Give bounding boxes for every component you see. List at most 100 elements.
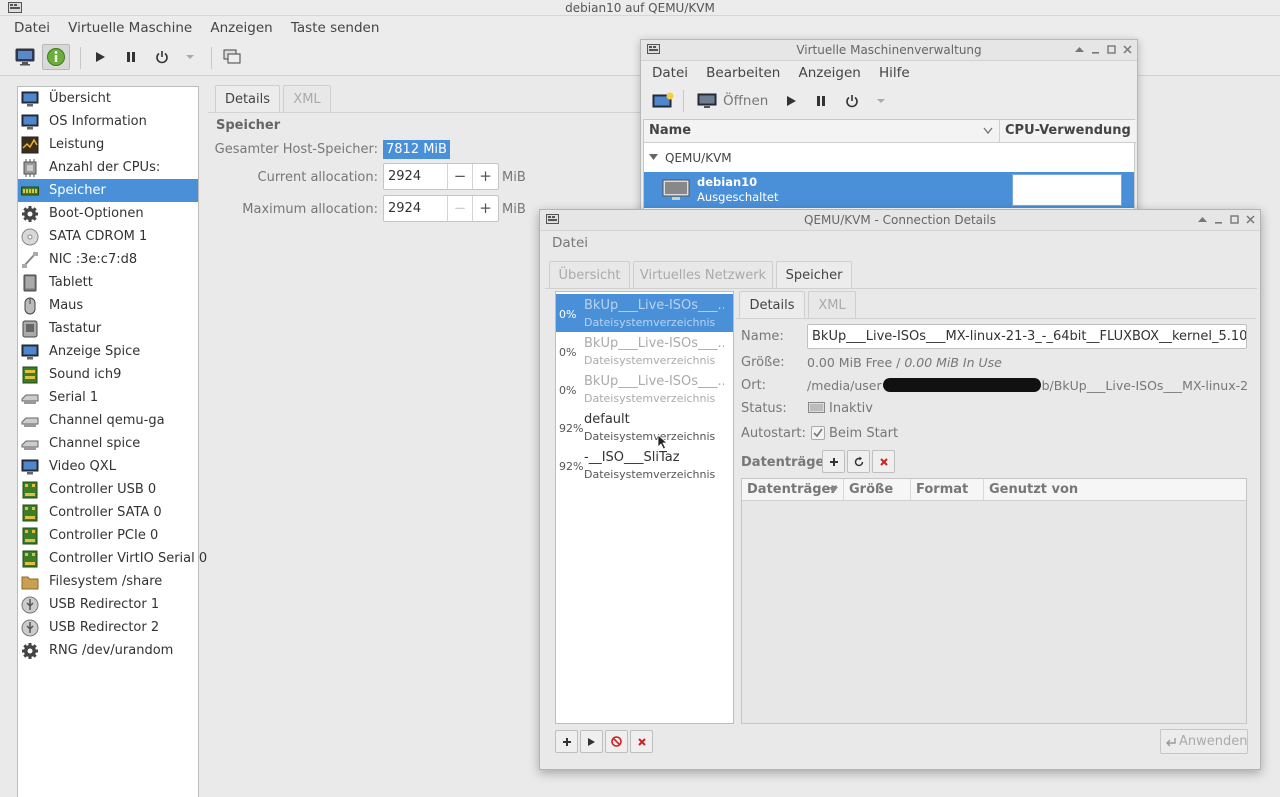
details-view-button[interactable] <box>42 44 70 70</box>
connection-group-row[interactable]: QEMU/KVM <box>644 144 1134 172</box>
hw-item-controller-usb[interactable]: Controller USB 0 <box>18 478 198 501</box>
hw-item-usb-redirector-1[interactable]: USB Redirector 1 <box>18 593 198 616</box>
apply-button[interactable]: Anwenden <box>1160 729 1248 754</box>
vm-manager-titlebar[interactable]: Virtuelle Maschinenverwaltung <box>641 40 1137 61</box>
hw-item-video-qxl[interactable]: Video QXL <box>18 455 198 478</box>
minimize-icon[interactable] <box>1090 43 1101 55</box>
conn-tab-overview[interactable]: Übersicht <box>549 261 630 289</box>
hw-item-display-spice[interactable]: Anzeige Spice <box>18 340 198 363</box>
close-icon[interactable] <box>1122 43 1133 55</box>
mgr-shutdown-button[interactable] <box>838 88 866 114</box>
pool-item[interactable]: 92% default Dateisystemverzeichnis <box>556 408 733 446</box>
shutdown-button[interactable] <box>148 44 176 70</box>
hw-item-controller-pcie[interactable]: Controller PCIe 0 <box>18 524 198 547</box>
new-vm-button[interactable] <box>649 88 677 114</box>
pool-item[interactable]: 0% BkUp___Live-ISOs___... Dateisystemver… <box>556 294 733 332</box>
chevron-down-icon <box>829 487 838 493</box>
hw-item-sata-cdrom[interactable]: SATA CDROM 1 <box>18 225 198 248</box>
menu-datei[interactable]: Datei <box>7 17 57 39</box>
hw-item-nic[interactable]: NIC :3e:c7:d8 <box>18 248 198 271</box>
hw-item-usb-redirector-2[interactable]: USB Redirector 2 <box>18 616 198 639</box>
hw-item-tablet[interactable]: Tablett <box>18 271 198 294</box>
conn-tab-storage[interactable]: Speicher <box>776 261 852 289</box>
vol-column-header-volume[interactable]: Datenträger <box>742 479 844 501</box>
pause-button[interactable] <box>117 44 145 70</box>
shutdown-menu-button[interactable] <box>176 44 204 70</box>
current-allocation-spinner[interactable]: 2924 − + <box>383 163 499 190</box>
delete-volume-button[interactable] <box>872 450 895 473</box>
shade-icon[interactable] <box>1074 43 1085 55</box>
add-pool-button[interactable] <box>555 730 578 753</box>
maximum-allocation-spinner[interactable]: 2924 − + <box>383 195 499 222</box>
shade-icon[interactable] <box>1197 213 1208 225</box>
connection-details-titlebar[interactable]: QEMU/KVM - Connection Details <box>540 210 1260 231</box>
vol-column-header-used-by[interactable]: Genutzt von <box>984 479 1246 501</box>
vm-row-debian10[interactable]: debian10 Ausgeschaltet <box>644 172 1134 208</box>
menu-anzeigen[interactable]: Anzeigen <box>203 17 279 39</box>
add-volume-button[interactable] <box>822 450 845 473</box>
hw-item-rng[interactable]: RNG /dev/urandom <box>18 639 198 662</box>
hw-item-memory[interactable]: Speicher <box>18 179 198 202</box>
vol-column-header-format[interactable]: Format <box>911 479 984 501</box>
autostart-value: Beim Start <box>829 426 899 441</box>
pool-item[interactable]: 92% -__ISO___SliTaz Dateisystemverzeichn… <box>556 446 733 484</box>
maximum-allocation-decrease-button[interactable]: − <box>448 196 473 221</box>
hw-item-controller-virtio-serial[interactable]: Controller VirtIO Serial 0 <box>18 547 207 570</box>
autostart-checkbox[interactable] <box>811 426 825 440</box>
stop-pool-button[interactable] <box>605 730 628 753</box>
mgr-menu-datei[interactable]: Datei <box>645 62 695 84</box>
hw-item-channel-qemu-ga[interactable]: Channel qemu-ga <box>18 409 198 432</box>
close-icon[interactable] <box>1245 213 1256 225</box>
play-icon <box>96 52 105 62</box>
current-allocation-increase-button[interactable]: + <box>473 164 498 189</box>
hw-item-os-information[interactable]: OS Information <box>18 110 198 133</box>
tab-details[interactable]: Details <box>215 85 280 113</box>
start-pool-button[interactable] <box>580 730 603 753</box>
hw-item-keyboard[interactable]: Tastatur <box>18 317 198 340</box>
delete-pool-button[interactable] <box>630 730 653 753</box>
pool-tab-details[interactable]: Details <box>739 291 805 319</box>
hw-item-serial[interactable]: Serial 1 <box>18 386 198 409</box>
hw-item-boot-options[interactable]: Boot-Optionen <box>18 202 198 225</box>
current-allocation-input[interactable]: 2924 <box>384 164 448 189</box>
hw-item-performance[interactable]: Leistung <box>18 133 198 156</box>
hw-item-overview[interactable]: Übersicht <box>18 87 198 110</box>
hw-item-controller-sata[interactable]: Controller SATA 0 <box>18 501 198 524</box>
current-allocation-decrease-button[interactable]: − <box>448 164 473 189</box>
conn-menu-datei[interactable]: Datei <box>545 232 595 254</box>
menu-taste-senden[interactable]: Taste senden <box>284 17 387 39</box>
conn-tab-virtual-network[interactable]: Virtuelles Netzwerk <box>633 261 773 289</box>
maximum-allocation-input[interactable]: 2924 <box>384 196 448 221</box>
mgr-shutdown-menu-button[interactable] <box>867 88 895 114</box>
open-vm-button[interactable] <box>693 88 721 114</box>
open-vm-label[interactable]: Öffnen <box>723 93 768 109</box>
column-header-name[interactable]: Name <box>644 120 1000 143</box>
vol-column-header-size[interactable]: Größe <box>844 479 911 501</box>
pool-name-field[interactable]: BkUp___Live-ISOs___MX-linux-21-3_-_64bit… <box>807 324 1247 349</box>
hw-item-sound[interactable]: Sound ich9 <box>18 363 198 386</box>
console-view-button[interactable] <box>11 44 39 70</box>
hw-item-cpus[interactable]: Anzahl der CPUs: <box>18 156 198 179</box>
mgr-menu-hilfe[interactable]: Hilfe <box>872 62 917 84</box>
fullscreen-button[interactable] <box>218 44 246 70</box>
mgr-pause-button[interactable] <box>807 88 835 114</box>
maximum-allocation-increase-button[interactable]: + <box>473 196 498 221</box>
hw-item-filesystem[interactable]: Filesystem /share <box>18 570 198 593</box>
refresh-volumes-button[interactable] <box>847 450 870 473</box>
tab-xml[interactable]: XML <box>283 85 331 113</box>
pool-item[interactable]: 0% BkUp___Live-ISOs___... Dateisystemver… <box>556 370 733 408</box>
mgr-run-button[interactable] <box>777 88 805 114</box>
pool-item[interactable]: 0% BkUp___Live-ISOs___... Dateisystemver… <box>556 332 733 370</box>
play-icon <box>787 96 796 106</box>
mgr-menu-anzeigen[interactable]: Anzeigen <box>791 62 867 84</box>
maximize-icon[interactable] <box>1106 43 1117 55</box>
menu-virtuelle-maschine[interactable]: Virtuelle Maschine <box>61 17 199 39</box>
column-header-cpu-usage[interactable]: CPU-Verwendung <box>1000 120 1136 143</box>
hw-item-channel-spice[interactable]: Channel spice <box>18 432 198 455</box>
run-button[interactable] <box>86 44 114 70</box>
mgr-menu-bearbeiten[interactable]: Bearbeiten <box>699 62 787 84</box>
hw-item-mouse[interactable]: Maus <box>18 294 198 317</box>
pool-tab-xml[interactable]: XML <box>808 291 856 319</box>
maximize-icon[interactable] <box>1229 213 1240 225</box>
minimize-icon[interactable] <box>1213 213 1224 225</box>
